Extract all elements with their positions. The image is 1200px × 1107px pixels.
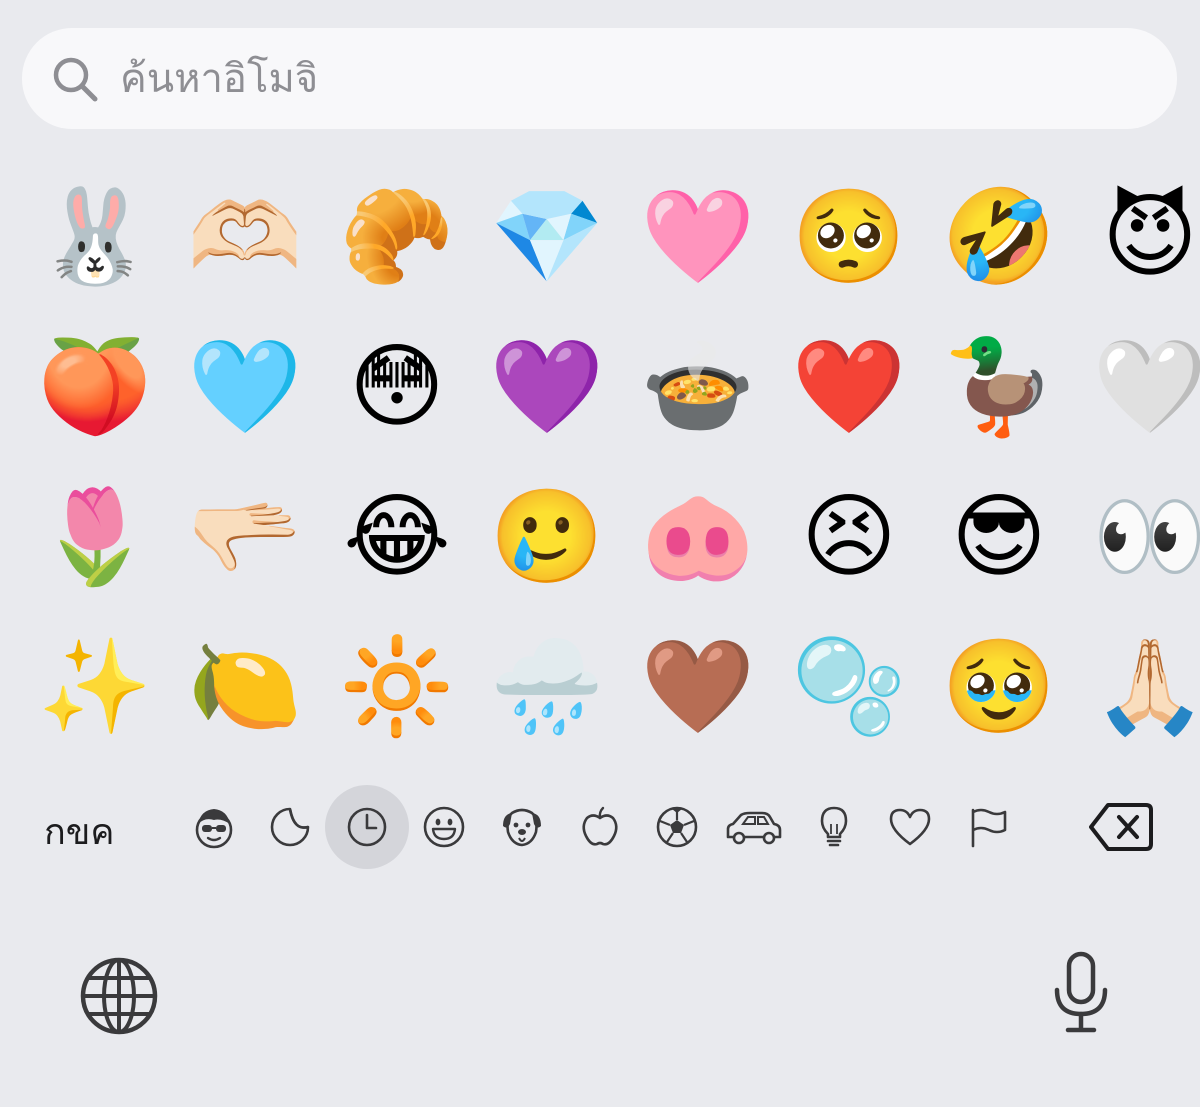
emoji-key[interactable]: 😣 (789, 477, 909, 597)
emoji-key[interactable]: 💜 (487, 327, 607, 447)
category-recent[interactable] (325, 785, 409, 869)
memoji-icon (195, 809, 233, 849)
emoji-key[interactable]: 😳 (337, 327, 457, 447)
flag-icon (971, 808, 1007, 848)
emoji-key[interactable]: 🦆 (939, 327, 1059, 447)
emoji-key[interactable]: 🌧️ (487, 627, 607, 747)
emoji-search-input[interactable] (120, 43, 1020, 114)
emoji-key[interactable]: 🫳🏻 (185, 477, 305, 597)
category-symbols[interactable] (868, 785, 952, 869)
abc-keyboard-key[interactable]: กขค (44, 803, 115, 860)
dog-icon (503, 808, 541, 847)
dictation-button[interactable] (1050, 950, 1112, 1036)
category-activity[interactable] (635, 785, 719, 869)
category-stickers[interactable] (248, 785, 332, 869)
category-flags[interactable] (946, 785, 1030, 869)
emoji-grid: 🐰 🫶🏻 🥐 💎 🩷 🥺 🤣 😈 🍑 🩵 😳 💜 🍲 ❤️ 🦆 🤍 🌷 🫳🏻 😂 🥲 🐽 😣 😎 👀 ✨ 🍋 🔆 🌧️ 🤎 🫧 🥹 🙏🏻 (0, 160, 1200, 770)
emoji-key[interactable]: 😂 (337, 477, 457, 597)
category-smileys[interactable] (402, 785, 486, 869)
emoji-key[interactable]: 🩵 (185, 327, 305, 447)
emoji-key[interactable]: 💎 (487, 177, 607, 297)
smiley-icon (423, 806, 465, 848)
category-objects[interactable] (792, 785, 876, 869)
emoji-key[interactable]: 🫧 (789, 627, 909, 747)
emoji-key[interactable]: 🤍 (1090, 327, 1200, 447)
emoji-key[interactable]: 🫶🏻 (185, 177, 305, 297)
emoji-key[interactable]: 🥐 (337, 177, 457, 297)
car-icon (726, 811, 782, 845)
emoji-key[interactable]: 🥺 (789, 177, 909, 297)
emoji-key[interactable]: 🙏🏻 (1090, 627, 1200, 747)
emoji-key[interactable]: 🥹 (939, 627, 1059, 747)
emoji-key[interactable]: 🥲 (487, 477, 607, 597)
soccer-ball-icon (656, 806, 698, 848)
category-travel[interactable] (712, 785, 796, 869)
emoji-key[interactable]: ❤️ (789, 327, 909, 447)
emoji-key[interactable]: 🍑 (35, 327, 155, 447)
emoji-key[interactable]: 🍲 (638, 327, 758, 447)
delete-backspace-icon (1089, 803, 1153, 851)
emoji-key[interactable]: 😎 (939, 477, 1059, 597)
delete-button[interactable] (1088, 801, 1154, 853)
emoji-key[interactable]: 👀 (1090, 477, 1200, 597)
lightbulb-icon (820, 806, 848, 847)
search-icon (53, 57, 98, 101)
category-animals[interactable] (480, 785, 564, 869)
emoji-key[interactable]: 🤣 (939, 177, 1059, 297)
microphone-icon (1054, 951, 1108, 1033)
sticker-icon (270, 807, 310, 847)
emoji-key[interactable]: ✨ (35, 627, 155, 747)
category-memoji[interactable] (172, 785, 256, 869)
heart-icon (889, 808, 931, 846)
emoji-key[interactable]: 🌷 (35, 477, 155, 597)
emoji-key[interactable]: 🍋 (185, 627, 305, 747)
category-bar: กขค (0, 785, 1200, 869)
emoji-key[interactable]: 🩷 (638, 177, 758, 297)
emoji-key[interactable]: 🔆 (337, 627, 457, 747)
recent-clock-icon (347, 807, 387, 847)
emoji-key[interactable]: 🐰 (35, 177, 155, 297)
emoji-key[interactable]: 😈 (1090, 177, 1200, 297)
emoji-key[interactable]: 🤎 (638, 627, 758, 747)
emoji-key[interactable]: 🐽 (638, 477, 758, 597)
emoji-search-bar[interactable] (22, 28, 1177, 129)
globe-button[interactable] (78, 955, 160, 1037)
apple-icon (582, 806, 618, 846)
category-food[interactable] (558, 785, 642, 869)
globe-icon (80, 957, 158, 1035)
